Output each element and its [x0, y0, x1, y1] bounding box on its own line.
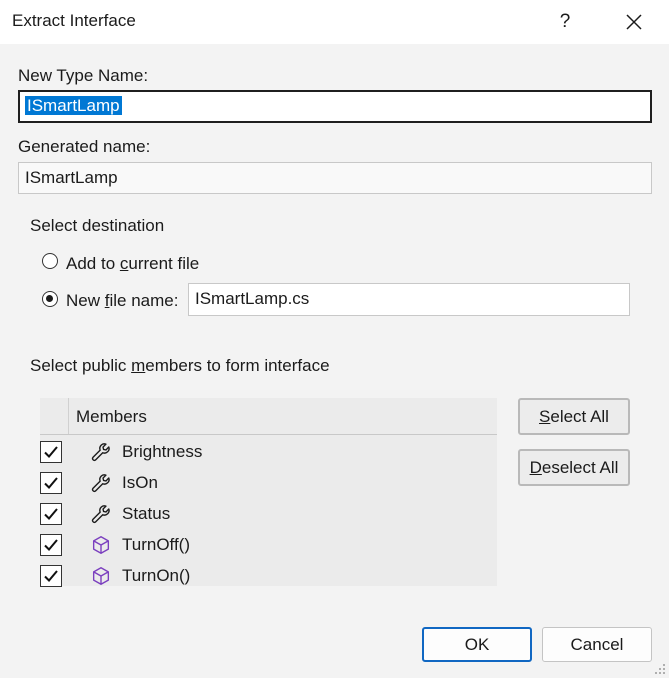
help-button[interactable]: ?	[546, 4, 584, 40]
member-checkbox[interactable]	[40, 565, 62, 587]
heading-suffix: destination	[81, 216, 165, 235]
dialog-title: Extract Interface	[12, 11, 136, 30]
generated-name-field: ISmartLamp	[18, 162, 652, 194]
new-file-name-label[interactable]: New file name:	[66, 291, 178, 311]
add-prefix: Add to	[66, 254, 120, 273]
wrench-icon	[91, 505, 110, 524]
member-label: TurnOn()	[122, 566, 191, 585]
deselect-all-rest: eselect All	[541, 458, 619, 477]
deselect-all-access-key: D	[529, 458, 542, 477]
wrench-icon	[91, 443, 110, 462]
member-label: Status	[122, 504, 171, 523]
add-suffix: urrent file	[128, 254, 200, 273]
member-row-brightness[interactable]: Brightness	[40, 437, 497, 468]
members-list-header: Members	[40, 398, 497, 435]
select-destination-heading: Select destination	[30, 216, 164, 236]
checkmark-icon	[44, 508, 58, 520]
cancel-button[interactable]: Cancel	[542, 627, 652, 662]
members-heading-suffix: embers to form interface	[145, 356, 330, 375]
select-all-button[interactable]: Select All	[518, 398, 630, 435]
members-list[interactable]: Members Brightness IsOn Status TurnOff()…	[40, 398, 497, 587]
checkmark-icon	[44, 539, 58, 551]
new-type-name-label: New Type Name:	[18, 66, 149, 85]
select-all-rest: elect All	[550, 407, 609, 426]
members-column-header[interactable]: Members	[76, 407, 147, 427]
new-type-name-input[interactable]: ISmartLamp	[18, 90, 652, 123]
new-file-name-radio[interactable]	[42, 291, 58, 307]
checkmark-icon	[44, 477, 58, 489]
wrench-icon	[91, 474, 110, 493]
heading-prefix: Select	[30, 216, 82, 235]
new-prefix: New	[66, 291, 105, 310]
new-suffix: ile name:	[109, 291, 179, 310]
member-label: IsOn	[122, 473, 158, 492]
member-row-turnon[interactable]: TurnOn()	[40, 561, 497, 592]
close-button[interactable]	[612, 4, 656, 40]
member-row-turnoff[interactable]: TurnOff()	[40, 530, 497, 561]
member-checkbox[interactable]	[40, 534, 62, 556]
header-separator	[68, 398, 69, 434]
add-to-current-file-radio[interactable]	[42, 253, 58, 269]
member-checkbox[interactable]	[40, 472, 62, 494]
method-cube-icon	[92, 567, 110, 585]
method-cube-icon	[92, 536, 110, 554]
selected-text: ISmartLamp	[25, 96, 122, 115]
member-row-ison[interactable]: IsOn	[40, 468, 497, 499]
file-name-input[interactable]: ISmartLamp.cs	[188, 283, 630, 316]
resize-grip-icon[interactable]	[654, 663, 666, 675]
select-all-access-key: S	[539, 407, 551, 426]
close-icon	[626, 14, 642, 30]
deselect-all-button[interactable]: Deselect All	[518, 449, 630, 486]
member-label: TurnOff()	[122, 535, 191, 554]
title-bar: Extract Interface ?	[0, 0, 669, 44]
member-checkbox[interactable]	[40, 441, 62, 463]
ok-button[interactable]: OK	[422, 627, 532, 662]
extract-interface-dialog: Extract Interface ? New Type Name: ISmar…	[0, 0, 669, 678]
members-heading-prefix: Select public	[30, 356, 132, 375]
generated-name-label: Generated name:	[18, 137, 151, 156]
member-row-status[interactable]: Status	[40, 499, 497, 530]
select-members-heading: Select public members to form interface	[30, 356, 330, 376]
add-to-current-file-label[interactable]: Add to current file	[66, 254, 199, 274]
checkmark-icon	[44, 446, 58, 458]
members-access-key: m	[131, 356, 146, 375]
member-label: Brightness	[122, 442, 203, 461]
checkmark-icon	[44, 570, 58, 582]
member-checkbox[interactable]	[40, 503, 62, 525]
